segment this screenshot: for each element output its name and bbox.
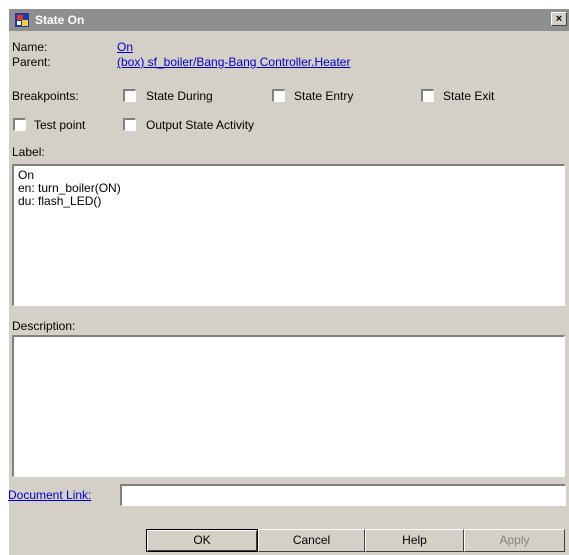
state-during-checkbox[interactable] (123, 89, 136, 102)
description-textarea[interactable] (12, 335, 565, 477)
close-icon[interactable]: × (551, 12, 567, 26)
test-point-label: Test point (34, 118, 86, 132)
state-entry-label: State Entry (294, 89, 354, 103)
breakpoints-label: Breakpoints: (12, 89, 79, 103)
document-link-input[interactable] (120, 484, 566, 506)
apply-button[interactable]: Apply (464, 529, 565, 552)
stateflow-state-icon (15, 13, 29, 27)
state-properties-dialog: State On × Name: On Parent: (box) sf_boi… (8, 9, 569, 555)
label-textarea[interactable]: On en: turn_boiler(ON) du: flash_LED() (12, 164, 565, 306)
name-label: Name: (12, 40, 48, 54)
output-state-activity-label: Output State Activity (146, 118, 255, 132)
document-link-label[interactable]: Document Link: (8, 488, 91, 502)
state-exit-label: State Exit (443, 89, 495, 103)
parent-link[interactable]: (box) sf_boiler/Bang-Bang Controller.Hea… (117, 55, 350, 69)
state-during-label: State During (146, 89, 213, 103)
help-button[interactable]: Help (365, 529, 464, 552)
output-state-activity-checkbox[interactable] (123, 118, 136, 131)
title-bar[interactable]: State On × (9, 9, 569, 31)
label-heading: Label: (12, 145, 45, 159)
label-line: du: flash_LED() (18, 194, 102, 208)
ok-button[interactable]: OK (146, 529, 258, 552)
state-entry-checkbox[interactable] (272, 89, 285, 102)
cancel-button[interactable]: Cancel (258, 529, 365, 552)
name-link[interactable]: On (117, 40, 133, 54)
description-heading: Description: (12, 319, 76, 333)
window-title: State On (35, 13, 85, 27)
test-point-checkbox[interactable] (13, 118, 26, 131)
state-exit-checkbox[interactable] (421, 89, 434, 102)
parent-label: Parent: (12, 55, 51, 69)
